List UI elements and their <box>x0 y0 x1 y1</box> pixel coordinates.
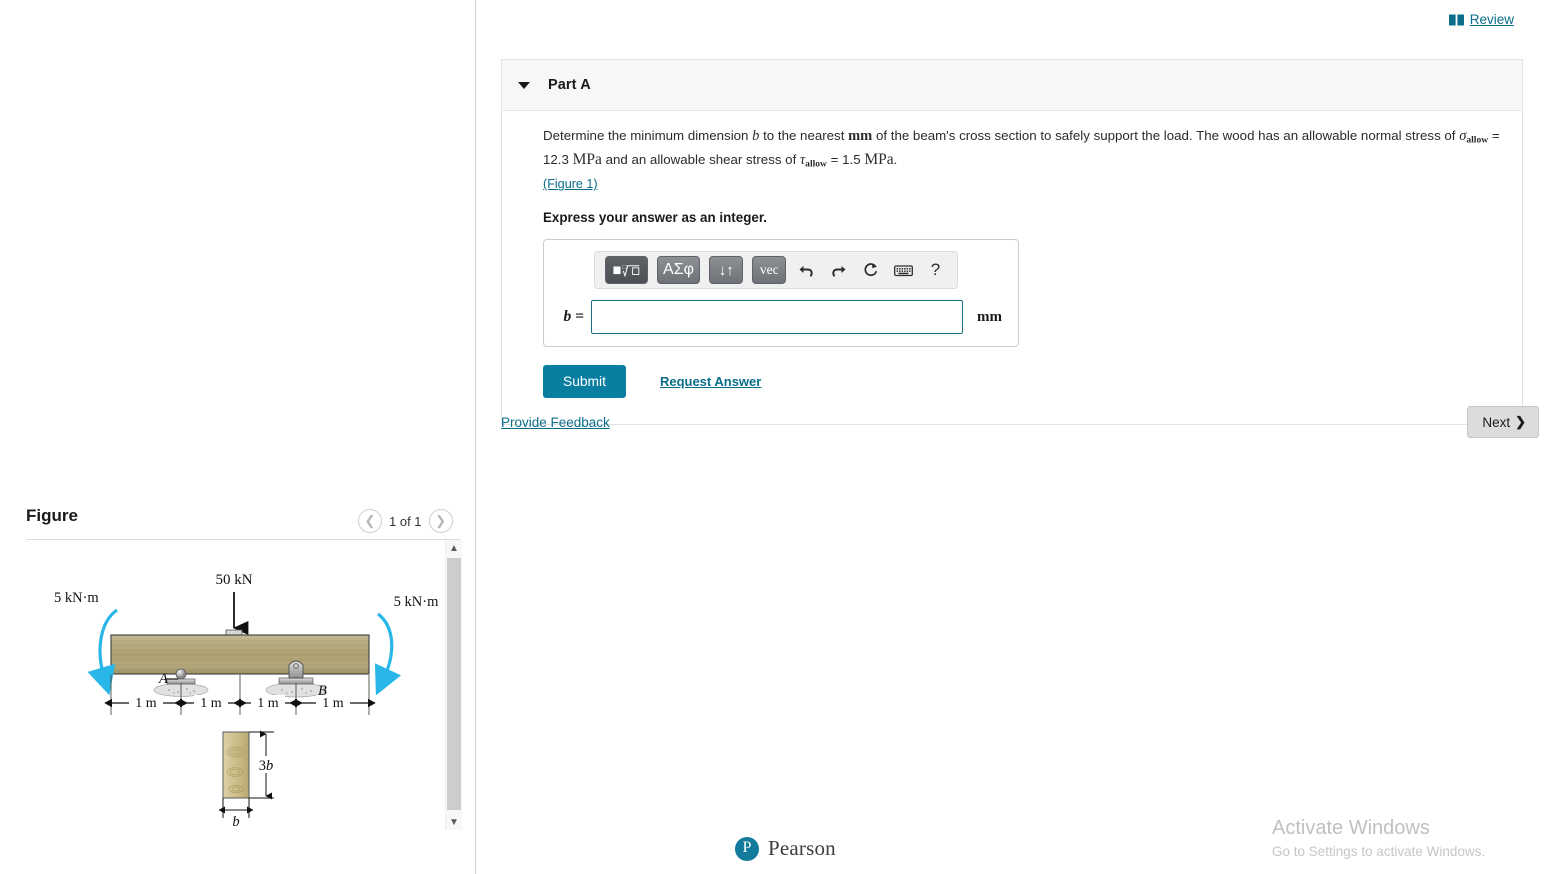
scroll-thumb[interactable] <box>447 558 461 810</box>
answer-unit-label: mm <box>977 308 1002 325</box>
figure-image: 50 kN 5 kN·m 5 kN·m A B 1 m 1 m 1 m 1 m … <box>26 540 444 830</box>
figure-navigation: ❮ 1 of 1 ❯ <box>358 509 453 533</box>
provide-feedback-link[interactable]: Provide Feedback <box>501 415 610 430</box>
answer-instruction: Express your answer as an integer. <box>543 210 768 226</box>
next-button[interactable]: Next ❯ <box>1467 406 1539 438</box>
figure-reference-link[interactable]: (Figure 1) <box>543 175 598 195</box>
section-height-label: 3b <box>259 758 274 774</box>
activate-windows-subtitle: Go to Settings to activate Windows. <box>1272 844 1486 859</box>
greek-symbols-button[interactable]: ΑΣφ <box>656 256 701 285</box>
review-row: Review <box>1448 12 1514 27</box>
figure-count-label: 1 of 1 <box>389 513 422 529</box>
dim-label-3: 1 m <box>257 696 279 711</box>
statement-unit-mpa-2: MPa <box>864 151 894 169</box>
moment-left-label: 5 kN·m <box>54 590 99 606</box>
statement-unit-mm: mm <box>848 128 873 144</box>
moment-right-label: 5 kN·m <box>394 594 439 610</box>
beam-diagram-svg: 50 kN 5 kN·m 5 kN·m A B 1 m 1 m 1 m 1 m … <box>54 572 439 830</box>
chevron-right-icon: ❯ <box>1515 414 1526 429</box>
answer-variable-label: b = <box>563 308 584 326</box>
review-link[interactable]: Review <box>1470 12 1514 27</box>
statement-seg-2: to the nearest <box>759 128 849 143</box>
part-a-card: Part A Determine the minimum dimension b… <box>501 59 1523 426</box>
arrows-button[interactable]: ↓↑ <box>709 256 744 285</box>
statement-sigma-subscript: allow <box>1466 134 1489 146</box>
vector-button[interactable]: vec <box>752 256 787 285</box>
pearson-mark-icon: P <box>735 836 759 861</box>
dim-label-2: 1 m <box>200 696 222 711</box>
dim-label-4: 1 m <box>322 696 344 711</box>
statement-seg-5: and an allowable shear stress of <box>601 152 800 168</box>
statement-seg-7: . <box>893 152 898 168</box>
problem-footer-row: Provide Feedback Next ❯ <box>501 406 1539 438</box>
caret-down-icon[interactable] <box>518 81 530 89</box>
figure-prev-button[interactable]: ❮ <box>358 509 382 533</box>
help-icon[interactable]: ? <box>924 257 947 283</box>
dim-label-1: 1 m <box>135 696 157 711</box>
figure-next-button[interactable]: ❯ <box>428 509 453 533</box>
math-toolbar: □ ΑΣφ ↓↑ vec ? <box>594 251 958 290</box>
load-pad <box>225 629 243 636</box>
scroll-down-button[interactable]: ▼ <box>446 814 462 830</box>
point-load-label: 50 kN <box>215 572 252 588</box>
part-a-body: Determine the minimum dimension b to the… <box>502 111 1522 424</box>
section-width-label: b <box>232 814 239 830</box>
figure-scrollbar[interactable]: ▲ ▼ <box>445 540 462 830</box>
cross-section <box>222 731 250 799</box>
statement-seg-1: Determine the minimum dimension <box>543 128 753 143</box>
activate-windows-title: Activate Windows <box>1272 817 1430 839</box>
pearson-wordmark: Pearson <box>768 836 836 860</box>
reset-icon[interactable] <box>860 257 883 283</box>
answer-input[interactable] <box>591 300 963 335</box>
problem-statement: Determine the minimum dimension b to the… <box>543 125 1504 195</box>
next-button-label: Next <box>1482 414 1511 430</box>
submit-row: Submit Request Answer <box>543 365 1504 399</box>
template-sqrt-button[interactable]: □ <box>605 256 648 285</box>
statement-tau-subscript: allow <box>805 158 827 170</box>
activate-windows-watermark: Activate Windows Go to Settings to activ… <box>1272 814 1485 862</box>
request-answer-link[interactable]: Request Answer <box>660 374 761 389</box>
book-icon <box>1448 14 1464 26</box>
answer-entry-box: □ ΑΣφ ↓↑ vec ? b = mm <box>543 239 1019 348</box>
moment-right-arrow <box>374 612 402 696</box>
submit-button[interactable]: Submit <box>543 365 626 399</box>
undo-icon[interactable] <box>795 257 818 283</box>
statement-seg-6: = 1.5 <box>826 152 865 168</box>
statement-seg-3: of the beam's cross section to safely su… <box>872 128 1460 143</box>
problem-panel: Review Part A Determine the minimum dime… <box>477 0 1562 874</box>
statement-unit-mpa-1: MPa <box>572 151 602 169</box>
scroll-up-button[interactable]: ▲ <box>446 540 462 556</box>
redo-icon[interactable] <box>827 257 850 283</box>
answer-field-row: b = mm <box>554 300 1008 335</box>
figure-panel: Figure ❮ 1 of 1 ❯ 50 kN 5 kN·m 5 kN·m A … <box>0 0 476 874</box>
figure-panel-title: Figure <box>26 506 78 525</box>
part-a-header[interactable]: Part A <box>502 60 1522 111</box>
part-a-title: Part A <box>548 77 591 93</box>
pearson-logo: P Pearson <box>735 836 836 861</box>
keyboard-icon[interactable] <box>892 257 915 283</box>
